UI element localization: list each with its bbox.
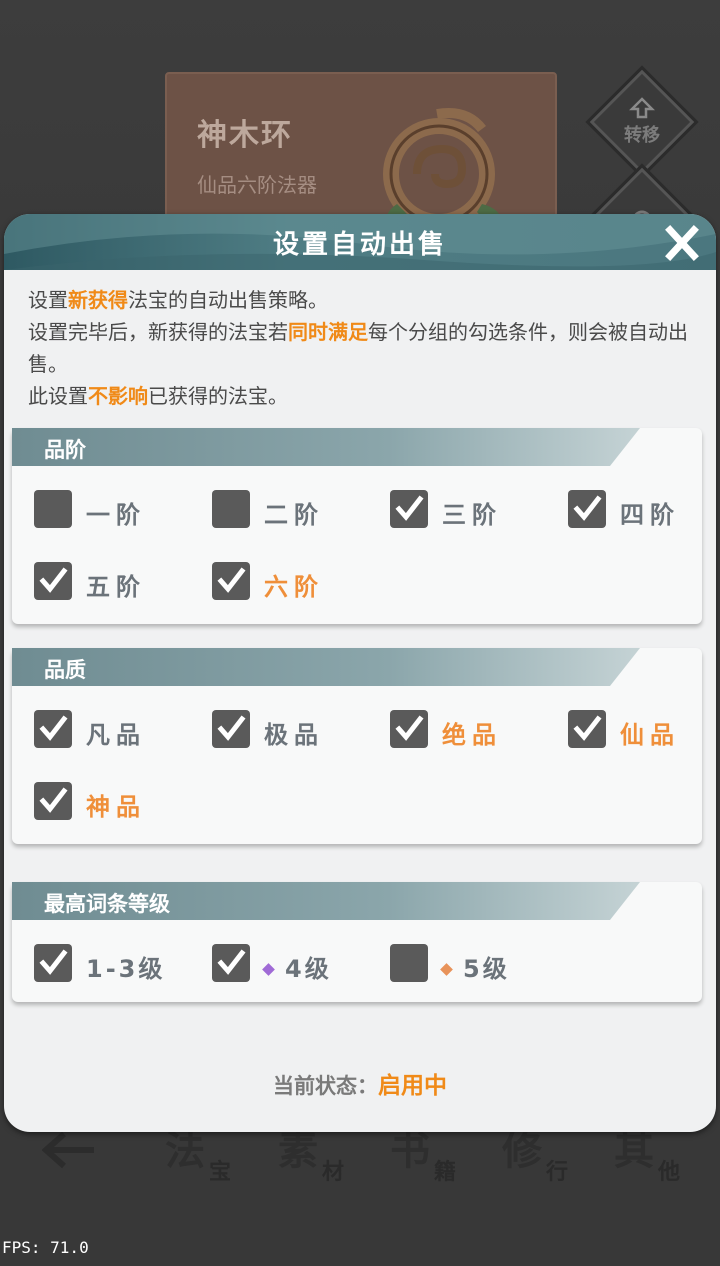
group-header-bar xyxy=(12,428,640,466)
checkbox[interactable] xyxy=(212,710,250,748)
affix-level-group: 最高词条等级 1-3级 4级 5级 xyxy=(12,882,702,1002)
checkmark-icon xyxy=(217,715,246,741)
back-arrow-icon[interactable] xyxy=(42,1130,96,1170)
description-line: 设置新获得法宝的自动出售策略。 xyxy=(28,288,328,312)
description-line: 此设置不影响已获得的法宝。 xyxy=(28,384,288,408)
option-tier-1[interactable]: 一阶 xyxy=(34,490,184,530)
quality-group: 品质 凡品 极品 绝品 仙品 神品 xyxy=(12,648,702,844)
option-quality-divine[interactable]: 神品 xyxy=(34,782,184,822)
group-title: 品阶 xyxy=(44,438,86,462)
close-icon[interactable] xyxy=(662,224,702,262)
checkbox[interactable] xyxy=(34,490,72,528)
option-tier-3[interactable]: 三阶 xyxy=(390,490,540,530)
checkmark-icon xyxy=(39,949,68,975)
checkbox[interactable] xyxy=(390,710,428,748)
checkbox[interactable] xyxy=(568,490,606,528)
group-header-bar xyxy=(12,648,640,686)
group-title: 最高词条等级 xyxy=(44,892,170,916)
checkmark-icon xyxy=(39,787,68,813)
checkbox[interactable] xyxy=(34,710,72,748)
upload-icon xyxy=(629,97,655,119)
bottom-nav-bar xyxy=(0,1120,720,1266)
tier-group: 品阶 一阶 二阶 三阶 四阶 五阶 六阶 xyxy=(12,428,702,624)
description-text: 设置新获得法宝的自动出售策略。 设置完毕后，新获得的法宝若同时满足每个分组的勾选… xyxy=(28,284,708,412)
auto-sell-dialog: 设置自动出售 设置新获得法宝的自动出售策略。 设置完毕后，新获得的法宝若同时满足… xyxy=(4,214,716,1132)
option-quality-superb[interactable]: 绝品 xyxy=(390,710,540,750)
checkmark-icon xyxy=(395,715,424,741)
checkbox[interactable] xyxy=(212,562,250,600)
checkbox[interactable] xyxy=(390,944,428,982)
item-name: 神木环 xyxy=(197,118,293,153)
option-quality-common[interactable]: 凡品 xyxy=(34,710,184,750)
status-row: 当前状态：启用中 xyxy=(4,1066,716,1100)
checkmark-icon xyxy=(217,567,246,593)
checkmark-icon xyxy=(395,495,424,521)
option-affix-1-3[interactable]: 1-3级 xyxy=(34,944,194,984)
checkbox[interactable] xyxy=(34,782,72,820)
checkbox[interactable] xyxy=(390,490,428,528)
option-affix-4[interactable]: 4级 xyxy=(212,944,372,984)
option-tier-2[interactable]: 二阶 xyxy=(212,490,362,530)
checkbox[interactable] xyxy=(568,710,606,748)
checkmark-icon xyxy=(39,715,68,741)
option-tier-4[interactable]: 四阶 xyxy=(568,490,698,530)
option-quality-immortal[interactable]: 仙品 xyxy=(568,710,698,750)
status-label: 当前状态： xyxy=(273,1074,378,1098)
fps-counter: FPS: 71.0 xyxy=(2,1238,89,1257)
checkmark-icon xyxy=(39,567,68,593)
purple-diamond-icon xyxy=(262,963,275,976)
status-value[interactable]: 启用中 xyxy=(378,1073,447,1099)
checkmark-icon xyxy=(217,949,246,975)
checkbox[interactable] xyxy=(212,490,250,528)
checkmark-icon xyxy=(573,715,602,741)
checkbox[interactable] xyxy=(34,562,72,600)
checkbox[interactable] xyxy=(34,944,72,982)
option-tier-6[interactable]: 六阶 xyxy=(212,562,362,602)
checkmark-icon xyxy=(573,495,602,521)
item-subtitle: 仙品六阶法器 xyxy=(197,173,317,197)
description-line: 设置完毕后，新获得的法宝若同时满足每个分组的勾选条件，则会被自动出售。 xyxy=(28,320,688,376)
checkbox[interactable] xyxy=(212,944,250,982)
option-quality-fine[interactable]: 极品 xyxy=(212,710,362,750)
dialog-title: 设置自动出售 xyxy=(272,230,447,260)
group-title: 品质 xyxy=(44,658,86,682)
option-affix-5[interactable]: 5级 xyxy=(390,944,550,984)
orange-diamond-icon xyxy=(440,963,453,976)
option-tier-5[interactable]: 五阶 xyxy=(34,562,184,602)
transfer-label: 转移 xyxy=(624,125,660,146)
